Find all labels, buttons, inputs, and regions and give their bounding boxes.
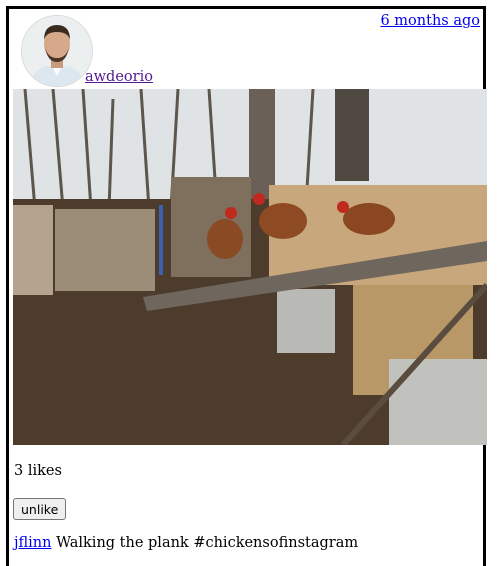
unlike-button[interactable]: unlike [13, 498, 67, 520]
comment-text: Walking the plank #chickensofinstagram [56, 535, 359, 551]
avatar[interactable] [21, 15, 93, 87]
comment-author-link[interactable]: jflinn [14, 535, 51, 551]
comment: jflinn Walking the plank #chickensofinst… [14, 535, 358, 551]
post-card: awdeorio 6 months ago 3 likes unlike jfl… [6, 6, 487, 566]
profile-photo-icon [22, 16, 92, 86]
chickens-photo-icon [13, 89, 487, 445]
post-timestamp-link[interactable]: 6 months ago [380, 13, 480, 29]
owner-username-link[interactable]: awdeorio [85, 69, 153, 85]
likes-count: 3 likes [14, 463, 62, 479]
